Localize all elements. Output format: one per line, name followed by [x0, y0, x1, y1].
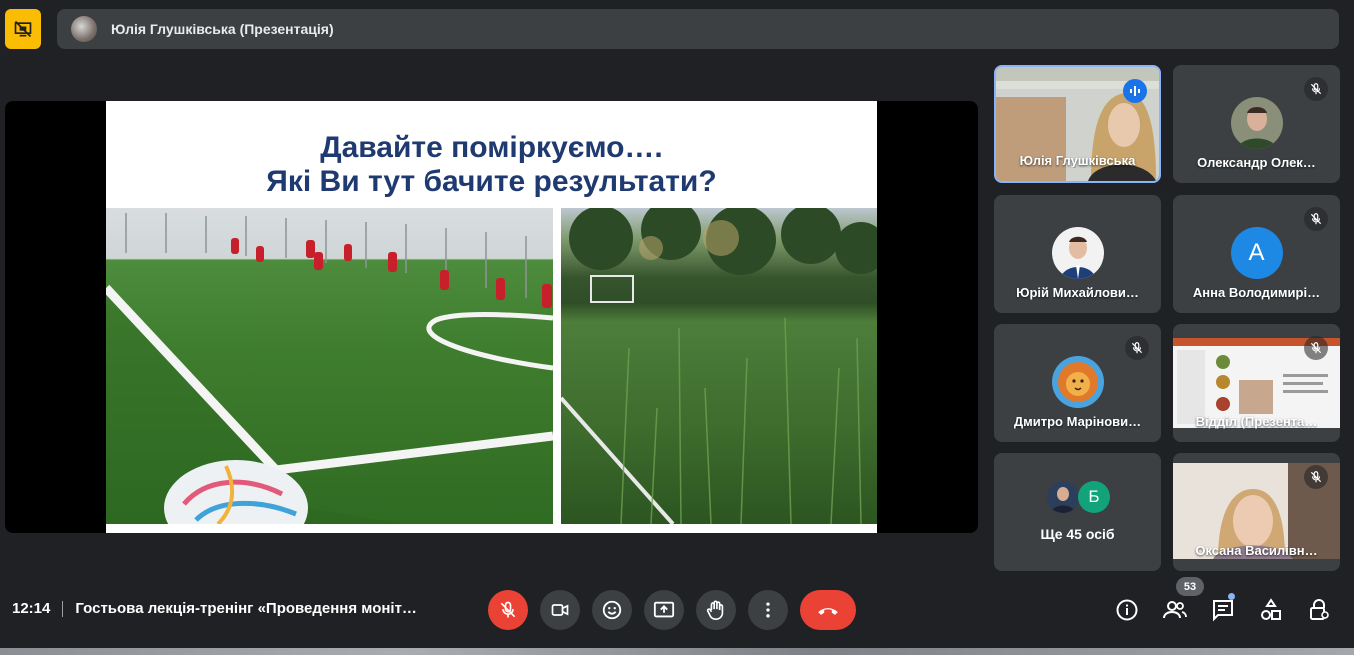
participant-name: Відділ (Презента…: [1195, 414, 1318, 429]
participant-name: Олександр Олек…: [1197, 155, 1316, 170]
more-participants-tile[interactable]: Б Ще 45 осіб: [994, 453, 1161, 571]
presenter-label: Юлія Глушківська (Презентація): [111, 21, 334, 37]
participant-tile-viddil[interactable]: Відділ (Презента…: [1173, 324, 1340, 442]
host-controls-button[interactable]: [1305, 596, 1333, 624]
participant-tile-yulia[interactable]: Юлія Глушківська: [994, 65, 1161, 183]
clock-time: 12:14: [12, 600, 51, 617]
presentation-stage[interactable]: Давайте поміркуємо…. Які Ви тут бачите р…: [5, 101, 978, 533]
presentation-off-icon: [13, 19, 33, 39]
participants-count-badge: 53: [1176, 577, 1204, 596]
camera-icon: [550, 600, 570, 620]
present-screen-icon: [653, 599, 675, 621]
mic-off-icon: [1125, 336, 1149, 360]
lock-person-icon: [1307, 598, 1331, 622]
participants-button[interactable]: [1161, 596, 1189, 624]
more-options-button[interactable]: [748, 590, 788, 630]
emoji-icon: [601, 599, 623, 621]
slide-title-line2: Які Ви тут бачите результати?: [266, 165, 717, 198]
presentation-toggle-button[interactable]: [5, 9, 41, 49]
chat-icon: [1211, 598, 1235, 622]
letter-avatar: A: [1230, 227, 1283, 279]
slide-title: Давайте поміркуємо…. Які Ви тут бачите р…: [106, 131, 877, 199]
chat-button[interactable]: [1209, 596, 1237, 624]
more-participants-label: Ще 45 осіб: [1040, 526, 1115, 542]
slide-title-line1: Давайте поміркуємо….: [320, 131, 663, 164]
meeting-info: 12:14 Гостьова лекція-тренінг «Проведенн…: [12, 600, 417, 617]
avatar: [1230, 97, 1283, 149]
mic-off-icon: [1304, 207, 1328, 231]
participant-name: Дмитро Марінови…: [1013, 414, 1142, 429]
chat-notification-dot: [1228, 593, 1235, 600]
mic-off-icon: [1304, 336, 1328, 360]
avatar: [1051, 227, 1104, 279]
participant-tile-yuriy[interactable]: Юрій Михайлови…: [994, 195, 1161, 313]
camera-toggle-button[interactable]: [540, 590, 580, 630]
overgrown-field-photo: [561, 208, 877, 524]
divider: [62, 600, 64, 617]
participant-tile-oksana[interactable]: Оксана Василівн…: [1173, 453, 1340, 571]
more-vert-icon: [758, 600, 778, 620]
participant-tile-anna[interactable]: A Анна Володимирі…: [1173, 195, 1340, 313]
speaking-indicator-icon: [1123, 79, 1147, 103]
lion-avatar: [1051, 356, 1104, 408]
meeting-title[interactable]: Гостьова лекція-тренінг «Проведення моні…: [75, 600, 417, 617]
os-taskbar-edge: [0, 648, 1354, 655]
reactions-button[interactable]: [592, 590, 632, 630]
mic-off-icon: [498, 600, 518, 620]
participant-name: Юлія Глушківська: [1019, 153, 1136, 168]
presenter-avatar: [71, 16, 97, 42]
participant-name: Анна Володимирі…: [1192, 285, 1321, 300]
info-icon: [1115, 598, 1139, 622]
activities-button[interactable]: [1257, 596, 1285, 624]
meeting-details-button[interactable]: [1113, 596, 1141, 624]
more-avatar-photo: [1047, 481, 1079, 513]
mic-off-icon: [1304, 465, 1328, 489]
phone-hangup-icon: [815, 597, 841, 623]
participant-name: Юрій Михайлови…: [1016, 285, 1139, 300]
slide: Давайте поміркуємо…. Які Ви тут бачите р…: [106, 101, 877, 533]
presenter-bar: Юлія Глушківська (Презентація): [57, 9, 1339, 49]
leave-call-button[interactable]: [800, 590, 856, 630]
mic-toggle-button[interactable]: [488, 590, 528, 630]
football-field-photo: [106, 208, 553, 524]
raise-hand-button[interactable]: [696, 590, 736, 630]
participant-name: Оксана Василівн…: [1195, 543, 1318, 558]
present-screen-button[interactable]: [644, 590, 684, 630]
activities-icon: [1259, 598, 1283, 622]
more-avatar-letter: Б: [1078, 481, 1110, 513]
participant-tile-dmytro[interactable]: Дмитро Марінови…: [994, 324, 1161, 442]
hand-icon: [705, 599, 727, 621]
people-icon: [1162, 598, 1188, 622]
participant-tile-oleksandr[interactable]: Олександр Олек…: [1173, 65, 1340, 183]
mic-off-icon: [1304, 77, 1328, 101]
